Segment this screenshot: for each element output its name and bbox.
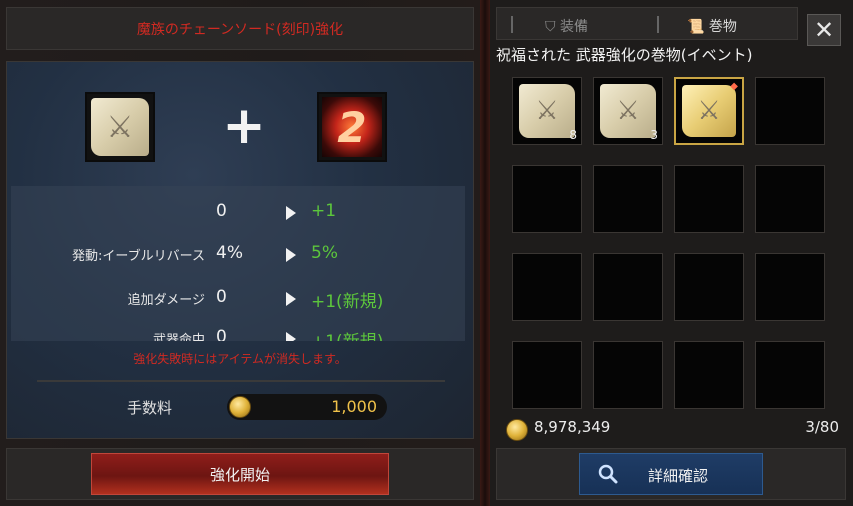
shield-icon: ⛉ xyxy=(545,19,556,35)
tab-separator xyxy=(511,16,513,33)
inventory-slot[interactable] xyxy=(755,165,825,233)
stat-row: 武器命中 0 +1(新規) xyxy=(11,324,465,341)
inventory-slot-count: 3/80 xyxy=(805,418,839,436)
scroll-icon: 📜 xyxy=(687,19,705,35)
inventory-slot[interactable]: ⚔ 3 xyxy=(593,77,663,145)
tab-label: 巻物 xyxy=(708,19,737,35)
stat-label: 武器命中 xyxy=(152,333,205,341)
panel-separator xyxy=(480,0,490,506)
inventory-tabs: ⛉ 装備 📜 巻物 xyxy=(496,7,798,40)
arrow-right-icon xyxy=(286,248,296,262)
stat-current: 4% xyxy=(216,243,243,263)
blessed-scroll-icon: ⚔ xyxy=(682,85,736,137)
enhance-title-text: 魔族のチェーンソード(刻印)強化 xyxy=(136,21,344,38)
fee-value: 1,000 xyxy=(331,397,377,416)
plus-icon: + xyxy=(222,96,266,156)
stat-label: 発動:イーブルリバース xyxy=(72,249,205,264)
stat-next: +1(新規) xyxy=(311,292,384,312)
gold-coin-icon xyxy=(229,396,251,418)
inventory-grid: ⚔ 8 ⚔ 3 ⚔ ◆ xyxy=(512,77,832,409)
scroll-slot[interactable]: ⚔ xyxy=(85,92,155,162)
inventory-panel: ⛉ 装備 📜 巻物 ✕ 祝福された 武器強化の巻物(イベント) ⚔ 8 ⚔ 3 … xyxy=(490,0,853,506)
detail-button-bar: 詳細確認 xyxy=(496,448,846,500)
inventory-slot[interactable] xyxy=(755,341,825,409)
scroll-name: 祝福された 武器強化の巻物(イベント) xyxy=(496,46,753,64)
arrow-right-icon xyxy=(286,292,296,306)
start-button-bar: 強化開始 xyxy=(6,448,474,500)
gold-amount: 8,978,349 xyxy=(534,418,611,436)
item-count: 8 xyxy=(569,128,577,142)
inventory-slot[interactable] xyxy=(512,253,582,321)
target-item-slot[interactable]: 2 xyxy=(317,92,387,162)
inventory-slot[interactable] xyxy=(674,341,744,409)
inventory-slot[interactable] xyxy=(593,253,663,321)
fee-label: 手数料 xyxy=(127,399,173,417)
detail-check-label: 詳細確認 xyxy=(648,467,709,485)
arrow-right-icon xyxy=(286,206,296,220)
stat-next: +1(新規) xyxy=(311,327,383,341)
inventory-slot-selected[interactable]: ⚔ ◆ xyxy=(674,77,744,145)
stat-current: 0 xyxy=(216,287,227,307)
scroll-icon: ⚔ xyxy=(519,84,575,138)
start-enhance-label: 強化開始 xyxy=(209,465,270,484)
enhance-area: ⚔ + 2 0 +1 発動:イーブルリバース 4% 5% 追加ダメージ 0 +1… xyxy=(6,61,474,439)
inventory-slot[interactable] xyxy=(593,341,663,409)
divider xyxy=(37,380,445,382)
enchant-stone-icon: 2 xyxy=(322,97,382,157)
stat-label: 追加ダメージ xyxy=(127,293,205,308)
arrow-right-icon xyxy=(286,332,296,341)
tab-equipment[interactable]: ⛉ 装備 xyxy=(545,16,588,36)
gold-coin-icon xyxy=(506,419,528,441)
inventory-slot[interactable]: ⚔ 8 xyxy=(512,77,582,145)
item-count: 3 xyxy=(650,128,658,142)
tab-separator xyxy=(657,16,659,33)
enhance-panel: 魔族のチェーンソード(刻印)強化 ⚔ + 2 0 +1 発動:イーブルリバース … xyxy=(0,0,480,506)
inventory-slot[interactable] xyxy=(512,165,582,233)
stat-current: 0 xyxy=(216,201,227,221)
detail-check-button[interactable]: 詳細確認 xyxy=(579,453,763,495)
inventory-slot[interactable] xyxy=(755,253,825,321)
enhance-title: 魔族のチェーンソード(刻印)強化 xyxy=(6,7,474,50)
scroll-icon: ⚔ xyxy=(600,84,656,138)
inventory-slot[interactable] xyxy=(755,77,825,145)
fee-bar: 1,000 xyxy=(227,394,387,420)
stat-preview: 0 +1 発動:イーブルリバース 4% 5% 追加ダメージ 0 +1(新規) 武… xyxy=(11,186,465,341)
inventory-slot[interactable] xyxy=(674,165,744,233)
close-button[interactable]: ✕ xyxy=(807,14,841,46)
magnifier-icon xyxy=(598,464,618,484)
inventory-slot[interactable] xyxy=(674,253,744,321)
inventory-slot[interactable] xyxy=(593,165,663,233)
stat-row: 発動:イーブルリバース 4% 5% xyxy=(11,240,465,270)
sparkle-icon: ◆ xyxy=(730,81,738,92)
start-enhance-button[interactable]: 強化開始 xyxy=(91,453,389,495)
tab-scrolls[interactable]: 📜 巻物 xyxy=(687,16,737,36)
stat-row: 追加ダメージ 0 +1(新規) xyxy=(11,284,465,314)
stat-next: 5% xyxy=(311,243,338,263)
stat-next: +1 xyxy=(311,201,337,221)
scroll-icon: ⚔ xyxy=(91,98,149,156)
tab-label: 装備 xyxy=(559,19,588,35)
stat-current: 0 xyxy=(216,327,227,341)
stat-row: 0 +1 xyxy=(11,198,465,228)
failure-warning: 強化失敗時にはアイテムが消失します。 xyxy=(133,352,347,366)
inventory-slot[interactable] xyxy=(512,341,582,409)
